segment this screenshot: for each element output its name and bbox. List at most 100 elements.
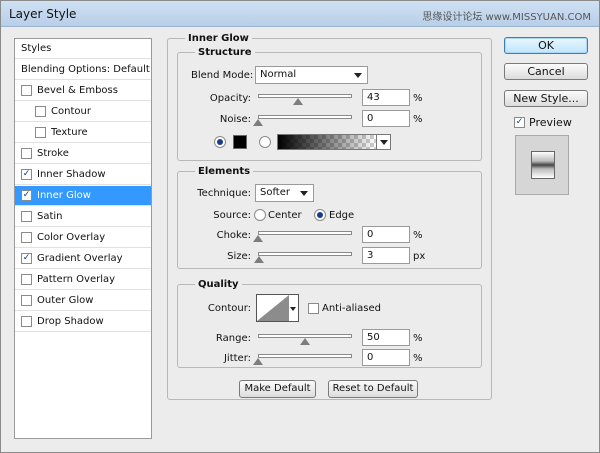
- jitter-label: Jitter:: [223, 353, 251, 364]
- style-checkbox[interactable]: [35, 106, 46, 117]
- source-edge-label[interactable]: Edge: [329, 210, 354, 221]
- noise-label: Noise:: [219, 114, 251, 125]
- noise-input[interactable]: 0: [362, 110, 410, 127]
- checkmark-icon: ✓: [22, 169, 31, 179]
- style-checkbox[interactable]: ✓: [21, 190, 32, 201]
- size-unit: px: [413, 251, 426, 262]
- reset-to-default-button[interactable]: Reset to Default: [328, 380, 418, 398]
- style-list-label: Bevel & Emboss: [37, 85, 118, 96]
- make-default-button[interactable]: Make Default: [239, 380, 316, 398]
- style-checkbox[interactable]: [21, 211, 32, 222]
- opacity-slider-thumb[interactable]: [293, 98, 304, 105]
- style-list-item-blending-options-default[interactable]: Blending Options: Default: [15, 60, 151, 80]
- style-preview-swatch: [515, 135, 569, 195]
- style-list-label: Blending Options: Default: [21, 64, 150, 75]
- style-list-item-bevel-emboss[interactable]: Bevel & Emboss: [15, 81, 151, 101]
- style-list-item-drop-shadow[interactable]: Drop Shadow: [15, 312, 151, 332]
- blend-mode-select[interactable]: Normal: [255, 66, 368, 84]
- inner-glow-title: Inner Glow: [185, 33, 252, 44]
- style-list-item-outer-glow[interactable]: Outer Glow: [15, 291, 151, 311]
- noise-slider-thumb[interactable]: [253, 119, 263, 126]
- style-list-item-color-overlay[interactable]: Color Overlay: [15, 228, 151, 248]
- structure-title: Structure: [195, 47, 255, 58]
- style-list-label: Texture: [51, 127, 88, 138]
- style-list-item-satin[interactable]: Satin: [15, 207, 151, 227]
- style-checkbox[interactable]: [21, 295, 32, 306]
- style-list-label: Styles: [21, 43, 52, 54]
- jitter-input[interactable]: 0: [362, 349, 410, 366]
- layer-style-dialog: Layer Style 思缘设计论坛 www.MISSYUAN.COM Styl…: [0, 0, 600, 453]
- style-list-label: Inner Shadow: [37, 169, 106, 180]
- size-input[interactable]: 3: [362, 247, 410, 264]
- style-list-label: Contour: [51, 106, 91, 117]
- gradient-radio[interactable]: [259, 136, 271, 148]
- style-list-item-contour[interactable]: Contour: [15, 102, 151, 122]
- style-list-item-styles[interactable]: Styles: [15, 39, 151, 59]
- style-checkbox[interactable]: [21, 232, 32, 243]
- style-list-item-inner-shadow[interactable]: ✓ Inner Shadow: [15, 165, 151, 185]
- style-list-item-stroke[interactable]: Stroke: [15, 144, 151, 164]
- dialog-title: Layer Style: [9, 7, 77, 21]
- cancel-button[interactable]: Cancel: [504, 63, 588, 80]
- choke-slider-thumb[interactable]: [253, 235, 263, 242]
- style-checkbox[interactable]: ✓: [21, 169, 32, 180]
- opacity-unit: %: [413, 93, 423, 104]
- style-list-label: Outer Glow: [37, 295, 94, 306]
- size-label: Size:: [227, 251, 251, 262]
- blend-mode-value: Normal: [260, 69, 297, 80]
- style-list-label: Drop Shadow: [37, 316, 104, 327]
- chevron-down-icon: [354, 73, 362, 78]
- choke-unit: %: [413, 230, 423, 241]
- preview-checkbox[interactable]: ✓: [514, 117, 525, 128]
- gradient-dropdown-button[interactable]: [376, 134, 391, 150]
- style-checkbox[interactable]: [21, 316, 32, 327]
- ok-button[interactable]: OK: [504, 37, 588, 54]
- contour-label: Contour:: [207, 303, 251, 314]
- style-list-label: Gradient Overlay: [37, 253, 123, 264]
- styles-list: Styles Blending Options: Default Bevel & E…: [14, 38, 152, 439]
- new-style-button[interactable]: New Style...: [504, 90, 588, 107]
- style-checkbox[interactable]: [21, 148, 32, 159]
- style-list-item-inner-glow[interactable]: ✓ Inner Glow: [15, 186, 151, 206]
- anti-aliased-label[interactable]: Anti-aliased: [322, 303, 381, 314]
- gradient-picker[interactable]: [277, 134, 377, 150]
- anti-aliased-checkbox[interactable]: [308, 303, 319, 314]
- style-checkbox[interactable]: [21, 274, 32, 285]
- style-list-item-pattern-overlay[interactable]: Pattern Overlay: [15, 270, 151, 290]
- preview-label[interactable]: Preview: [529, 116, 572, 129]
- size-slider-thumb[interactable]: [254, 256, 265, 263]
- style-list-label: Satin: [37, 211, 63, 222]
- choke-label: Choke:: [216, 230, 251, 241]
- source-edge-radio[interactable]: [314, 209, 326, 221]
- range-unit: %: [413, 333, 423, 344]
- style-checkbox[interactable]: ✓: [21, 253, 32, 264]
- checkmark-icon: ✓: [515, 117, 524, 127]
- jitter-slider-thumb[interactable]: [253, 358, 263, 365]
- technique-select[interactable]: Softer: [255, 184, 314, 202]
- source-center-radio[interactable]: [254, 209, 266, 221]
- checkmark-icon: ✓: [22, 190, 31, 200]
- noise-slider[interactable]: [258, 115, 352, 119]
- style-checkbox[interactable]: [21, 85, 32, 96]
- jitter-unit: %: [413, 353, 423, 364]
- contour-preview[interactable]: [256, 294, 290, 322]
- choke-input[interactable]: 0: [362, 226, 410, 243]
- size-slider[interactable]: [258, 252, 352, 256]
- blend-mode-label: Blend Mode:: [191, 70, 254, 81]
- style-list-item-texture[interactable]: Texture: [15, 123, 151, 143]
- quality-title: Quality: [195, 279, 242, 290]
- glow-color-swatch[interactable]: [233, 135, 247, 149]
- contour-dropdown-button[interactable]: [289, 294, 299, 322]
- choke-slider[interactable]: [258, 231, 352, 235]
- range-input[interactable]: 50: [362, 329, 410, 346]
- elements-title: Elements: [195, 166, 254, 177]
- style-list-item-gradient-overlay[interactable]: ✓ Gradient Overlay: [15, 249, 151, 269]
- style-checkbox[interactable]: [35, 127, 46, 138]
- jitter-slider[interactable]: [258, 354, 352, 358]
- solid-color-radio[interactable]: [214, 136, 226, 148]
- opacity-slider[interactable]: [258, 94, 352, 98]
- range-slider-thumb[interactable]: [300, 338, 310, 345]
- opacity-input[interactable]: 43: [362, 89, 410, 106]
- source-center-label[interactable]: Center: [268, 210, 302, 221]
- preview-inner-shape: [531, 151, 555, 179]
